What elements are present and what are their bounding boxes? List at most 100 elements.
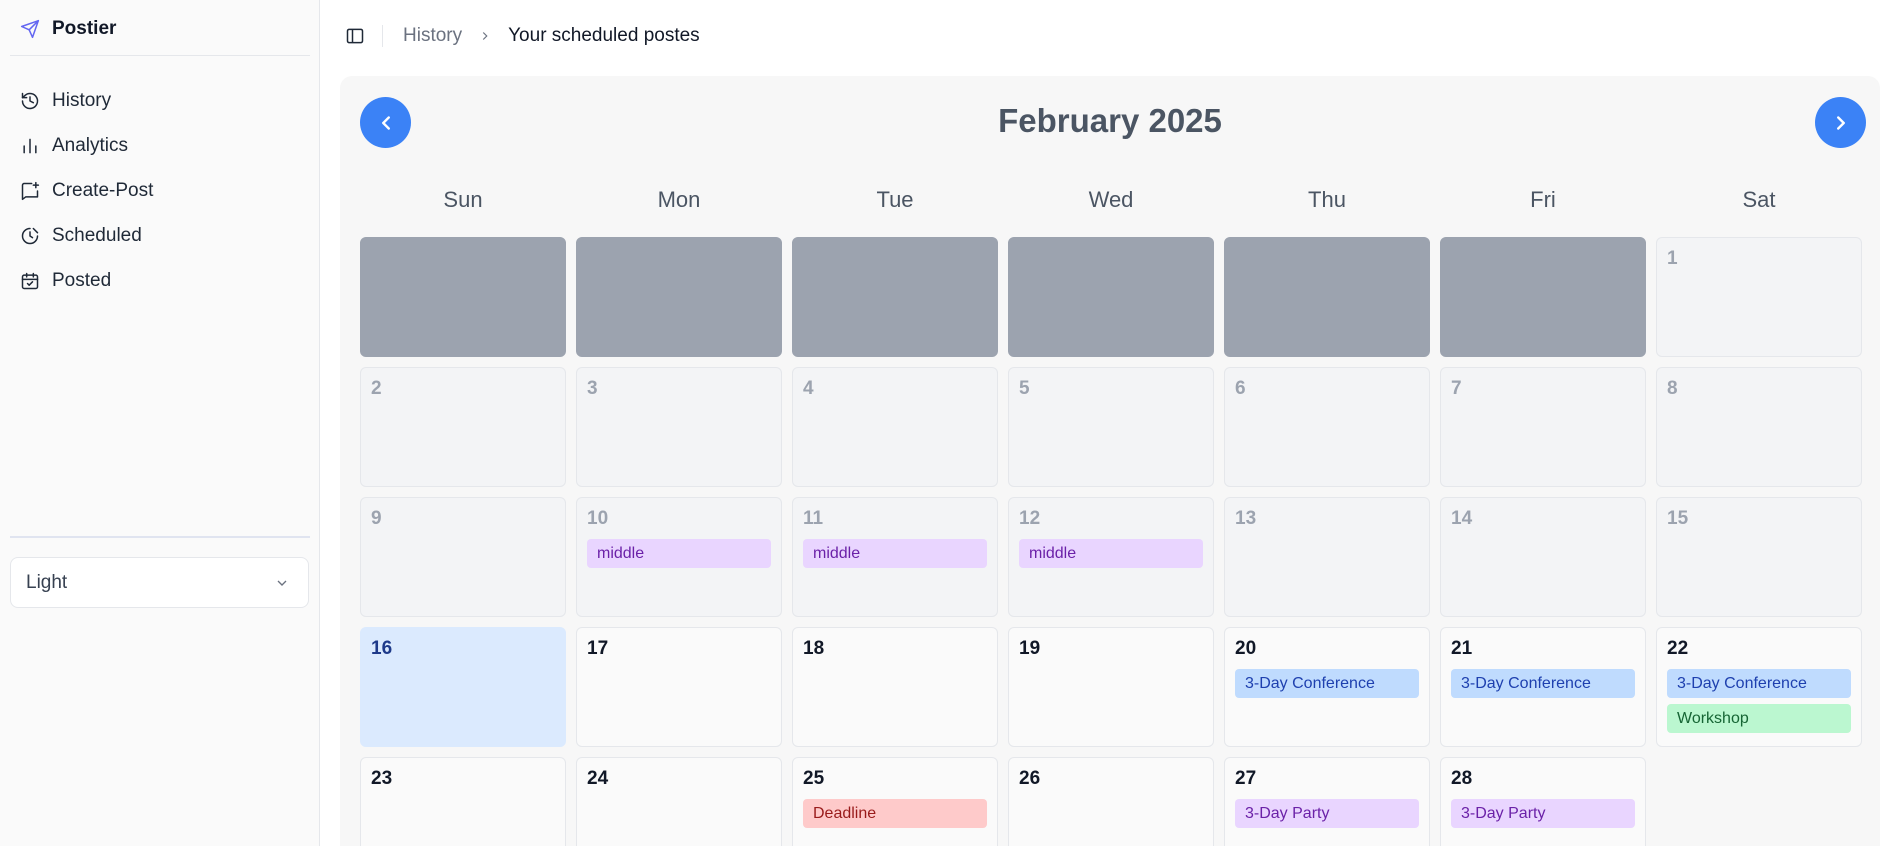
sidebar-item-history[interactable]: History <box>10 78 310 123</box>
calendar-filler-cell <box>576 237 782 357</box>
day-number: 27 <box>1235 768 1257 789</box>
sidebar-item-create-post[interactable]: Create-Post <box>10 168 310 213</box>
calendar-day[interactable]: 18 <box>792 627 998 747</box>
weekday-label: Mon <box>657 187 701 212</box>
chevron-right-icon <box>1836 115 1845 130</box>
day-number: 4 <box>803 378 814 399</box>
brand[interactable]: Postier <box>20 18 116 40</box>
day-number: 11 <box>803 508 824 529</box>
calendar-day[interactable]: 1 <box>1656 237 1862 357</box>
calendar-day[interactable]: 12 middle <box>1008 497 1214 617</box>
sidebar-item-label: Analytics <box>52 134 129 156</box>
calendar-day[interactable]: 15 <box>1656 497 1862 617</box>
day-number: 18 <box>803 638 825 659</box>
sidebar-item-scheduled[interactable]: Scheduled <box>10 213 310 258</box>
weekday-header: Sun Mon Tue Wed Thu Fri Sat <box>360 187 1864 213</box>
sidebar-item-label: Posted <box>52 269 112 291</box>
calendar-day[interactable]: 24 <box>576 757 782 846</box>
day-number: 21 <box>1451 638 1473 659</box>
event-chip[interactable]: middle <box>1019 539 1203 568</box>
breadcrumb-parent[interactable]: History <box>403 25 462 47</box>
event-chip[interactable]: middle <box>803 539 987 568</box>
history-icon <box>21 92 39 109</box>
calendar-day[interactable]: 6 <box>1224 367 1430 487</box>
event-chip[interactable]: 3-Day Party <box>1235 799 1419 828</box>
calendar-empty-cell <box>1656 757 1862 846</box>
day-number: 24 <box>587 768 609 789</box>
day-number: 9 <box>371 508 382 529</box>
day-number: 7 <box>1451 378 1462 399</box>
day-number: 1 <box>1667 248 1678 269</box>
calendar-day[interactable]: 27 3-Day Party <box>1224 757 1430 846</box>
calendar-filler-cell <box>1440 237 1646 357</box>
sidebar-item-label: Scheduled <box>52 224 142 246</box>
bar-chart-icon <box>23 138 37 153</box>
sidebar: Postier History Analytics Create-Post Sc… <box>0 0 320 846</box>
calendar-day[interactable]: 2 <box>360 367 566 487</box>
sidebar-item-label: History <box>52 89 112 111</box>
day-number: 2 <box>371 378 382 399</box>
next-month-button[interactable] <box>1815 97 1866 148</box>
event-chip[interactable]: middle <box>587 539 771 568</box>
day-number: 23 <box>371 768 393 789</box>
day-number: 8 <box>1667 378 1678 399</box>
calendar-day[interactable]: 8 <box>1656 367 1862 487</box>
sidebar-toggle-button[interactable] <box>343 24 367 48</box>
weekday-label: Wed <box>1088 187 1134 212</box>
calendar-day[interactable]: 7 <box>1440 367 1646 487</box>
event-chip[interactable]: 3-Day Conference <box>1667 669 1851 698</box>
sidebar-item-analytics[interactable]: Analytics <box>10 123 310 168</box>
event-chip[interactable]: 3-Day Party <box>1451 799 1635 828</box>
calendar-day[interactable]: 21 3-Day Conference <box>1440 627 1646 747</box>
weekday-label: Sun <box>443 187 483 212</box>
calendar-day[interactable]: 23 <box>360 757 566 846</box>
calendar-day[interactable]: 9 <box>360 497 566 617</box>
calendar-day[interactable]: 5 <box>1008 367 1214 487</box>
send-icon <box>20 19 40 39</box>
theme-select[interactable]: Light <box>10 557 309 608</box>
sidebar-item-posted[interactable]: Posted <box>10 258 310 303</box>
calendar-day[interactable]: 20 3-Day Conference <box>1224 627 1430 747</box>
panel-left-icon <box>346 28 364 44</box>
day-number: 10 <box>587 508 609 529</box>
calendar-filler-cell <box>1008 237 1214 357</box>
calendar-day[interactable]: 14 <box>1440 497 1646 617</box>
calendar-day[interactable]: 3 <box>576 367 782 487</box>
calendar-grid: 1 2 3 4 5 6 7 8 9 10 middle 11 middle 12 middle 13 14 15 1… <box>360 237 1864 846</box>
theme-select-value: Light <box>26 571 68 593</box>
calendar-day[interactable]: 11 middle <box>792 497 998 617</box>
day-number: 25 <box>803 768 825 789</box>
event-chip[interactable]: Workshop <box>1667 704 1851 733</box>
weekday-label: Thu <box>1308 187 1346 212</box>
sidebar-nav: History Analytics Create-Post Scheduled … <box>10 78 310 303</box>
calendar-day[interactable]: 13 <box>1224 497 1430 617</box>
calendar-check-icon <box>21 272 39 289</box>
calendar-filler-cell <box>1224 237 1430 357</box>
calendar-filler-cell <box>792 237 998 357</box>
calendar-day[interactable]: 10 middle <box>576 497 782 617</box>
event-chip[interactable]: 3-Day Conference <box>1451 669 1635 698</box>
calendar-day[interactable]: 19 <box>1008 627 1214 747</box>
breadcrumb-separator <box>478 29 492 43</box>
calendar-day[interactable]: 28 3-Day Party <box>1440 757 1646 846</box>
calendar-day[interactable]: 17 <box>576 627 782 747</box>
calendar-day[interactable]: 25 Deadline <box>792 757 998 846</box>
calendar-day[interactable]: 22 3-Day Conference Workshop <box>1656 627 1862 747</box>
breadcrumb-current: Your scheduled postes <box>508 25 700 46</box>
day-number: 5 <box>1019 378 1030 399</box>
calendar-day[interactable]: 4 <box>792 367 998 487</box>
calendar-day[interactable]: 26 <box>1008 757 1214 846</box>
month-title: February 2025 <box>998 102 1222 139</box>
event-chip[interactable]: Deadline <box>803 799 987 828</box>
event-chip[interactable]: 3-Day Conference <box>1235 669 1419 698</box>
day-number: 12 <box>1019 508 1041 529</box>
breadcrumb: History Your scheduled postes <box>403 25 700 47</box>
day-number: 13 <box>1235 508 1257 529</box>
day-number: 17 <box>587 638 609 659</box>
header: History Your scheduled postes <box>321 0 1893 72</box>
calendar-day-today[interactable]: 16 <box>360 627 566 747</box>
day-number: 14 <box>1451 508 1473 529</box>
weekday-label: Tue <box>876 187 914 212</box>
day-number: 6 <box>1235 378 1246 399</box>
sidebar-divider <box>10 536 310 538</box>
